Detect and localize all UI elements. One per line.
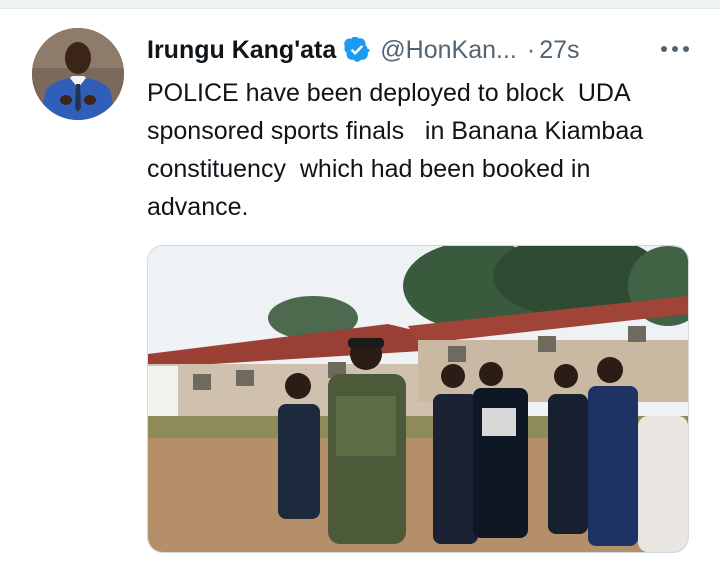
timestamp[interactable]: 27s: [539, 36, 579, 65]
separator-dot: ·: [526, 35, 536, 64]
tweet-header: Irungu Kang'ata @HonKan... · 27s: [147, 30, 692, 70]
author-name[interactable]: Irungu Kang'ata: [147, 36, 336, 65]
verified-badge-icon: [344, 37, 371, 62]
tweet-photo[interactable]: [147, 245, 689, 553]
more-options-icon[interactable]: [658, 36, 692, 62]
avatar[interactable]: [32, 28, 124, 120]
divider: [0, 0, 720, 9]
tweet-text: POLICE have been deployed to block UDA s…: [147, 79, 651, 221]
author-handle[interactable]: @HonKan...: [380, 36, 517, 65]
